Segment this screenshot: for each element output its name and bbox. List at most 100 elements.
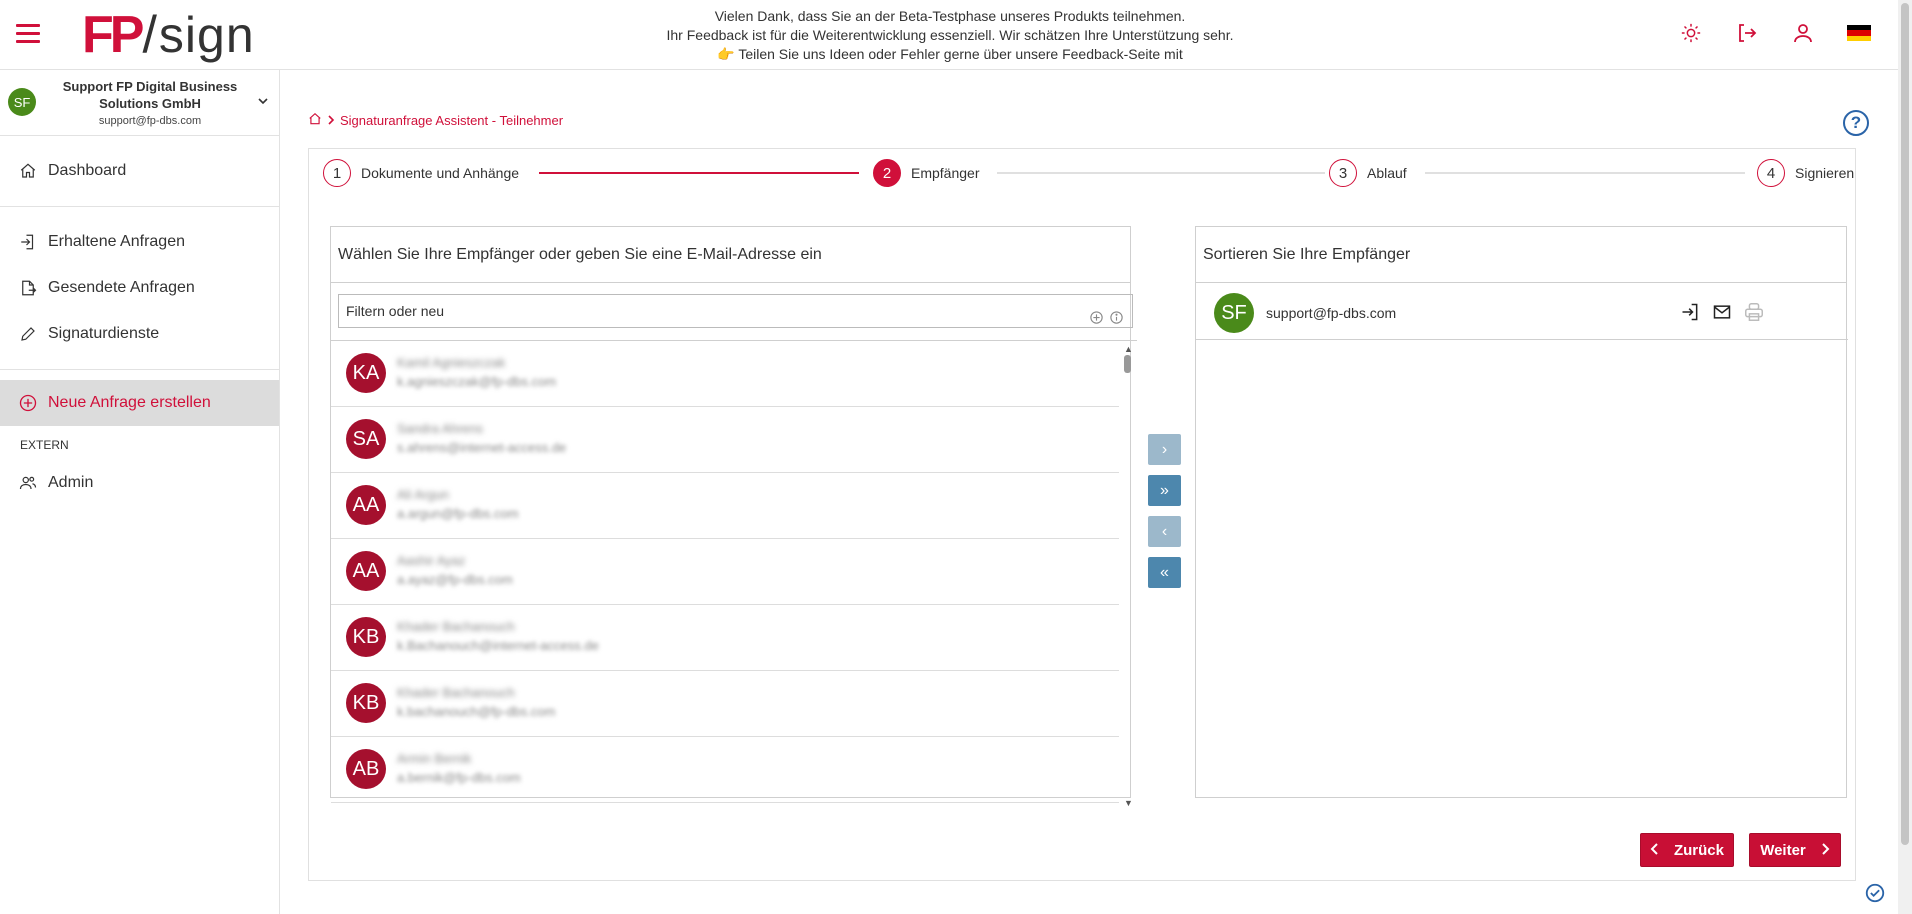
sent-icon: [18, 278, 38, 298]
list-item[interactable]: SA Sandra Ahrens s.ahrens@internet-acces…: [331, 407, 1119, 473]
move-all-left-button[interactable]: «: [1148, 557, 1181, 588]
beta-line-1: Vielen Dank, dass Sie an der Beta-Testph…: [714, 8, 1186, 24]
breadcrumb-current: Signaturanfrage Assistent - Teilnehmer: [340, 113, 564, 128]
chevron-left-icon: ‹: [1161, 522, 1168, 540]
step-number: 3: [1329, 159, 1357, 187]
pen-icon: [18, 324, 38, 344]
contact-name: Kamil Agnieszczak: [397, 355, 506, 370]
contact-name: Ali Argun: [397, 487, 450, 502]
next-button-label: Weiter: [1760, 841, 1806, 859]
scroll-thumb[interactable]: [1124, 355, 1131, 373]
avatar: SF: [8, 88, 36, 116]
sidebar: SF Support FP Digital Business Solutions…: [0, 70, 280, 914]
double-chevron-left-icon: «: [1160, 563, 1169, 581]
step-number: 4: [1757, 159, 1785, 187]
move-all-right-button[interactable]: »: [1148, 475, 1181, 506]
hamburger-menu-icon[interactable]: [16, 24, 40, 44]
recipient-order-panel: Sortieren Sie Ihre Empfänger SF support@…: [1195, 226, 1848, 798]
check-badge-icon[interactable]: [1864, 882, 1886, 904]
avatar: AB: [346, 749, 386, 789]
sidebar-item-signature-services[interactable]: Signaturdienste: [0, 311, 279, 357]
step-sign[interactable]: 4 Signieren: [1757, 159, 1854, 187]
avatar: SA: [346, 419, 386, 459]
chevron-left-icon: [1650, 842, 1660, 859]
sun-icon[interactable]: [1678, 20, 1704, 46]
flag-de-icon[interactable]: [1846, 20, 1872, 46]
sidebar-item-received[interactable]: Erhaltene Anfragen: [0, 219, 279, 265]
step-label: Empfänger: [911, 165, 980, 181]
page-scrollbar[interactable]: [1898, 0, 1912, 914]
add-circle-icon[interactable]: [1089, 304, 1104, 336]
sidebar-item-dashboard[interactable]: Dashboard: [0, 148, 279, 194]
sidebar-item-admin[interactable]: Admin: [0, 460, 279, 506]
logo-slash: /: [142, 6, 157, 64]
contact-list-scrollbar[interactable]: ▲ ▼: [1120, 341, 1136, 811]
list-item[interactable]: KB Khader Bachanouch k.Bachanouch@intern…: [331, 605, 1119, 671]
list-item[interactable]: KB Khader Bachanouch k.bachanouch@fp-dbs…: [331, 671, 1119, 737]
move-selected-left-button[interactable]: ‹: [1148, 516, 1181, 547]
list-item[interactable]: AB Armin Bernik a.bernik@fp-dbs.com: [331, 737, 1119, 803]
step-label: Signieren: [1795, 165, 1855, 181]
step-number: 2: [873, 159, 901, 187]
avatar: KB: [346, 683, 386, 723]
chevron-right-icon: [326, 113, 336, 128]
step-connector: [539, 172, 859, 174]
step-documents[interactable]: 1 Dokumente und Anhänge: [323, 159, 519, 187]
divider: [0, 369, 279, 370]
logout-icon[interactable]: [1734, 20, 1760, 46]
panel-title: Wählen Sie Ihre Empfänger oder geben Sie…: [331, 227, 1130, 283]
info-icon[interactable]: [1109, 304, 1124, 336]
chevron-down-icon: [257, 94, 269, 112]
home-icon[interactable]: [308, 112, 322, 129]
panel-title: Sortieren Sie Ihre Empfänger: [1196, 227, 1846, 283]
user-name: Support FP Digital Business Solutions Gm…: [62, 79, 238, 111]
filter-placeholder: Filtern oder neu: [346, 303, 445, 319]
step-connector: [1425, 172, 1745, 174]
user-account-switcher[interactable]: SF Support FP Digital Business Solutions…: [0, 70, 279, 136]
contact-name: Sandra Ahrens: [397, 421, 484, 436]
step-label: Ablauf: [1367, 165, 1407, 181]
sidebar-item-label: Signaturdienste: [48, 325, 160, 342]
page-scroll-thumb[interactable]: [1901, 3, 1909, 845]
step-connector: [997, 172, 1325, 174]
user-icon[interactable]: [1790, 20, 1816, 46]
app-logo: FP / sign: [82, 6, 255, 64]
beta-line-3[interactable]: 👉 Teilen Sie uns Ideen oder Fehler gerne…: [520, 45, 1380, 64]
step-recipients[interactable]: 2 Empfänger: [873, 159, 979, 187]
home-icon: [18, 161, 38, 181]
user-email: support@fp-dbs.com: [98, 115, 202, 127]
login-icon[interactable]: [1679, 301, 1701, 323]
filter-input[interactable]: Filtern oder neu: [338, 294, 1133, 328]
mail-icon[interactable]: [1711, 301, 1733, 323]
scroll-down-icon[interactable]: ▼: [1124, 798, 1133, 808]
contact-email: a.bernik@fp-dbs.com: [397, 770, 521, 785]
double-chevron-right-icon: »: [1160, 481, 1169, 499]
sidebar-item-sent[interactable]: Gesendete Anfragen: [0, 265, 279, 311]
divider: [0, 206, 279, 207]
chevron-right-icon: ›: [1161, 440, 1168, 458]
avatar: KA: [346, 353, 386, 393]
selected-recipient-row[interactable]: SF support@fp-dbs.com: [1196, 284, 1848, 340]
scroll-up-icon[interactable]: ▲: [1124, 344, 1133, 354]
contact-email: a.ayaz@fp-dbs.com: [397, 572, 513, 587]
recipient-picker-panel: Wählen Sie Ihre Empfänger oder geben Sie…: [330, 226, 1137, 808]
section-extern: EXTERN: [20, 438, 69, 452]
contact-name: Khader Bachanouch: [397, 685, 515, 700]
breadcrumb: Signaturanfrage Assistent - Teilnehmer: [308, 112, 563, 129]
sidebar-item-label: Erhaltene Anfragen: [48, 233, 185, 250]
sidebar-item-new-request[interactable]: Neue Anfrage erstellen: [0, 380, 279, 426]
back-button[interactable]: Zurück: [1640, 833, 1734, 867]
help-icon[interactable]: ?: [1843, 110, 1869, 136]
printer-icon[interactable]: [1743, 301, 1765, 323]
list-item[interactable]: AA Aashir Ayaz a.ayaz@fp-dbs.com: [331, 539, 1119, 605]
step-number: 1: [323, 159, 351, 187]
contact-email: a.argun@fp-dbs.com: [397, 506, 519, 521]
list-item[interactable]: AA Ali Argun a.argun@fp-dbs.com: [331, 473, 1119, 539]
wizard-card: 1 Dokumente und Anhänge 2 Empfänger 3 Ab…: [308, 148, 1856, 881]
move-selected-right-button[interactable]: ›: [1148, 434, 1181, 465]
list-item[interactable]: KA Kamil Agnieszczak k.agnieszczak@fp-db…: [331, 341, 1119, 407]
next-button[interactable]: Weiter: [1749, 833, 1841, 867]
contact-name: Khader Bachanouch: [397, 619, 515, 634]
step-workflow[interactable]: 3 Ablauf: [1329, 159, 1407, 187]
avatar: SF: [1214, 293, 1254, 333]
